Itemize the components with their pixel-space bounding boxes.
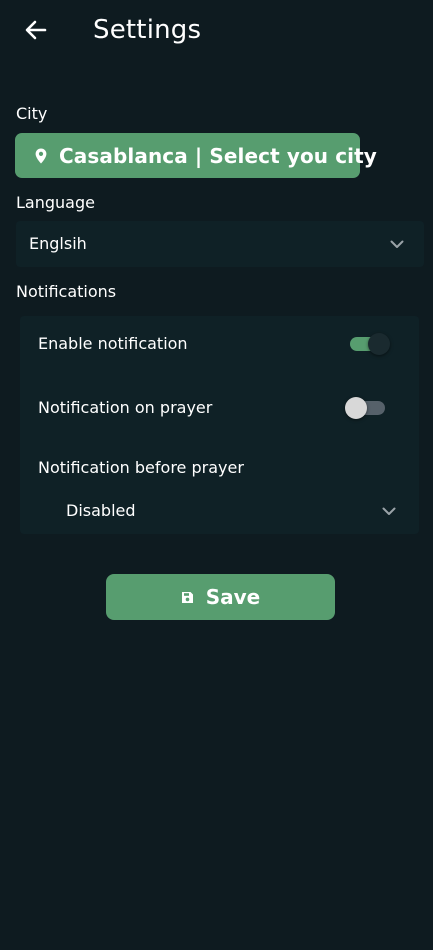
notification-on-prayer-label: Notification on prayer <box>38 398 213 417</box>
notification-on-prayer-toggle[interactable] <box>345 396 389 419</box>
chevron-down-icon <box>389 239 405 249</box>
before-prayer-selected-value: Disabled <box>66 501 136 520</box>
select-city-button[interactable]: Casablanca | Select you city <box>15 133 377 178</box>
city-button-label: Casablanca | Select you city <box>59 143 377 168</box>
toggle-thumb <box>345 397 367 419</box>
chevron-down-icon <box>381 506 397 516</box>
location-pin-icon <box>35 148 47 164</box>
floppy-disk-icon <box>181 590 195 604</box>
enable-notification-label: Enable notification <box>38 334 188 353</box>
arrow-left-icon <box>25 20 47 40</box>
app-header: Settings <box>0 0 433 62</box>
notifications-card: Enable notification Notification on pray… <box>20 316 419 534</box>
page-title: Settings <box>93 15 202 45</box>
notifications-section-label: Notifications <box>16 282 117 301</box>
language-select[interactable]: Englsih <box>16 221 424 267</box>
notification-before-prayer-select[interactable]: Disabled <box>50 494 405 528</box>
enable-notification-toggle[interactable] <box>348 332 392 355</box>
notification-before-prayer-label: Notification before prayer <box>38 458 244 477</box>
language-selected-value: Englsih <box>29 234 87 253</box>
save-button-label: Save <box>205 585 261 609</box>
language-section-label: Language <box>16 193 95 212</box>
toggle-thumb <box>368 333 390 355</box>
city-section-label: City <box>16 104 48 123</box>
back-button[interactable] <box>18 12 54 48</box>
save-button[interactable]: Save <box>106 574 335 620</box>
